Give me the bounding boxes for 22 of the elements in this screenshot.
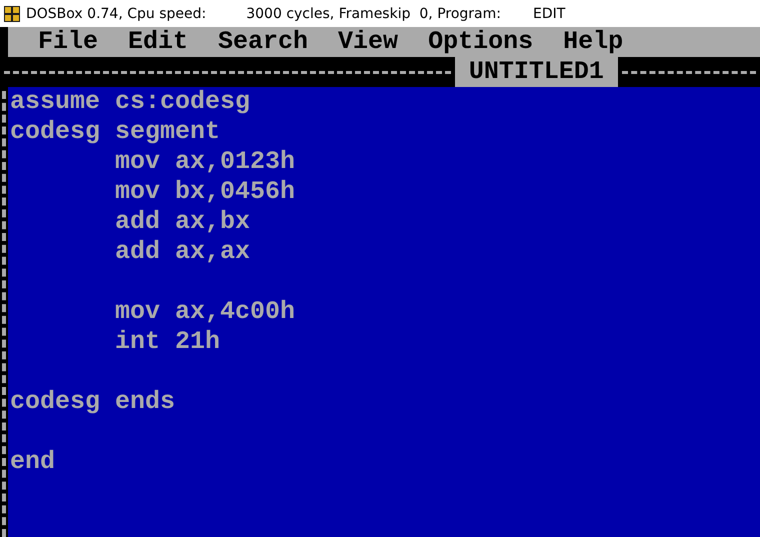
code-line: assume cs:codesg [10,87,250,117]
window-title: DOSBox 0.74, Cpu speed: [26,6,206,22]
document-title: UNTITLED1 [454,57,618,87]
menu-item[interactable]: Search [218,27,308,57]
menu-item[interactable]: File [38,27,98,57]
code-line: mov bx,0456h [115,177,296,207]
window-title: 3000 cycles, Frameskip 0, Program: [246,6,501,22]
code-line: add ax,ax [115,237,250,267]
menu-item[interactable]: Edit [128,27,188,57]
code-line: mov ax,4c00h [115,297,296,327]
code-line: end [10,447,56,477]
app-icon [4,6,20,22]
menu-item[interactable]: Help [563,27,624,57]
window-title: EDIT [532,6,566,22]
code-line: codesg segment [10,117,220,147]
code-line: mov ax,0123h [115,147,296,177]
menu-item[interactable]: View [338,27,398,57]
editor-area[interactable]: assume cs:codesg codesg segment mov ax,0123h mov bx,0456h add ax,bx add ax,ax mov ax,4c00h int 21h codesg ends end [8,87,760,537]
code-line: codesg ends [10,387,176,417]
menu-item[interactable]: Options [428,27,534,57]
code-line: int 21h [115,327,220,357]
code-line: add ax,bx [115,207,250,237]
